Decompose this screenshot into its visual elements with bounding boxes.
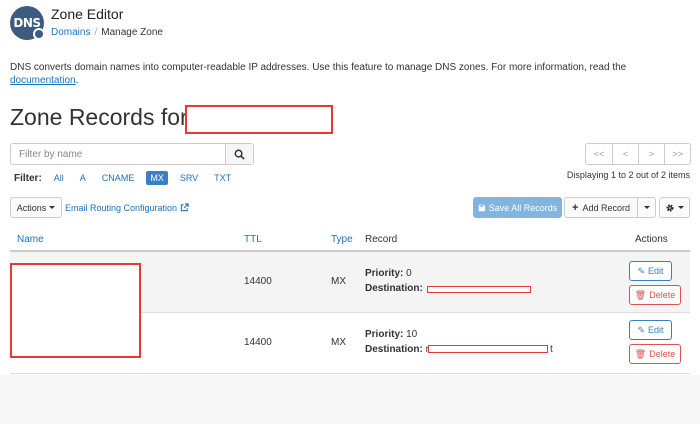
redacted-names-box xyxy=(10,263,141,358)
edit-button[interactable]: ✎ Edit xyxy=(629,261,672,281)
documentation-link[interactable]: documentation xyxy=(10,75,76,86)
add-record-dropdown-toggle[interactable] xyxy=(637,197,656,218)
email-routing-configuration-link[interactable]: Email Routing Configuration xyxy=(65,203,189,213)
delete-button[interactable]: 🗑 Delete xyxy=(629,285,681,305)
priority-line: Priority: 10 xyxy=(365,329,418,340)
pencil-icon: ✎ xyxy=(637,324,646,335)
destination-suffix: t xyxy=(550,344,553,355)
page-footer-area xyxy=(0,375,700,424)
column-record-header: Record xyxy=(365,234,398,245)
delete-button[interactable]: 🗑 Delete xyxy=(629,344,681,364)
caret-down-icon xyxy=(643,206,650,209)
redacted-domain-box xyxy=(185,105,333,134)
filter-by-name-input[interactable] xyxy=(11,144,225,164)
ttl-cell: 14400 xyxy=(244,276,272,287)
filter-search xyxy=(10,143,254,165)
prev-page-button[interactable]: < xyxy=(612,144,638,164)
caret-down-icon xyxy=(678,206,684,209)
filter-srv[interactable]: SRV xyxy=(176,171,202,185)
logo-magnifier-icon xyxy=(33,28,45,40)
plus-icon: + xyxy=(572,201,579,214)
trash-icon: 🗑 xyxy=(634,289,647,300)
record-type-filter: Filter: All A CNAME MX SRV TXT xyxy=(14,171,243,185)
display-count: Displaying 1 to 2 out of 2 items xyxy=(566,170,690,180)
save-all-records-button[interactable]: Save All Records xyxy=(473,197,562,218)
page-title: Zone Editor xyxy=(51,6,124,22)
zone-records-title: Zone Records for xyxy=(10,104,188,130)
type-cell: MX xyxy=(331,337,346,348)
breadcrumb: Domains / Manage Zone xyxy=(51,27,163,38)
records-table-header: Name TTL Type Record Actions xyxy=(10,227,690,252)
page-description: DNS converts domain names into computer-… xyxy=(10,62,627,86)
filter-a[interactable]: A xyxy=(76,171,90,185)
search-icon xyxy=(234,149,245,160)
column-type-header[interactable]: Type xyxy=(331,234,353,245)
settings-dropdown-button[interactable] xyxy=(659,197,690,218)
type-cell: MX xyxy=(331,276,346,287)
pagination: << < > >> xyxy=(585,143,691,165)
breadcrumb-current: Manage Zone xyxy=(101,27,163,38)
first-page-button[interactable]: << xyxy=(586,144,612,164)
filter-txt[interactable]: TXT xyxy=(210,171,235,185)
redacted-destination-box xyxy=(427,286,531,293)
add-record-button[interactable]: + Add Record xyxy=(564,197,638,218)
caret-down-icon xyxy=(49,206,56,209)
destination-line: Destination: r xyxy=(365,344,429,355)
breadcrumb-domains-link[interactable]: Domains xyxy=(51,27,90,38)
pencil-icon: ✎ xyxy=(637,265,646,276)
trash-icon: 🗑 xyxy=(634,348,647,359)
priority-line: Priority: 0 xyxy=(365,268,412,279)
redacted-destination-box xyxy=(428,345,548,353)
filter-mx[interactable]: MX xyxy=(146,171,168,185)
actions-dropdown-button[interactable]: Actions xyxy=(10,197,62,218)
filter-all[interactable]: All xyxy=(50,171,68,185)
destination-line: Destination: xyxy=(365,283,423,294)
filter-label: Filter: xyxy=(14,172,42,184)
save-icon xyxy=(478,204,485,211)
edit-button[interactable]: ✎ Edit xyxy=(629,320,672,340)
ttl-cell: 14400 xyxy=(244,337,272,348)
breadcrumb-separator: / xyxy=(94,27,98,38)
external-link-icon xyxy=(180,203,189,212)
next-page-button[interactable]: > xyxy=(638,144,664,164)
column-ttl-header[interactable]: TTL xyxy=(244,234,262,245)
column-actions-header: Actions xyxy=(635,234,668,245)
search-button[interactable] xyxy=(225,144,253,164)
filter-cname[interactable]: CNAME xyxy=(98,171,139,185)
last-page-button[interactable]: >> xyxy=(664,144,690,164)
gear-icon xyxy=(666,203,674,212)
column-name-header[interactable]: Name xyxy=(17,234,44,245)
